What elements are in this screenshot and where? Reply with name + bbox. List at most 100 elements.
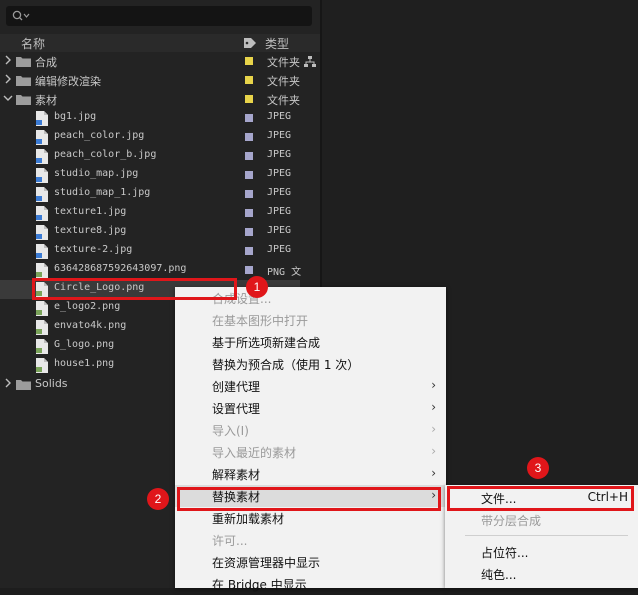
label-color-swatch[interactable] xyxy=(245,95,253,103)
chevron-right-icon[interactable] xyxy=(3,378,13,388)
image-file-icon xyxy=(36,244,48,259)
submenu-item-layered-comp[interactable]: 带分层合成 xyxy=(445,509,638,531)
chevron-right-icon[interactable] xyxy=(3,55,13,65)
menu-item-label: 在 Bridge 中显示 xyxy=(212,578,307,592)
folder-icon xyxy=(16,95,31,105)
label-color-swatch[interactable] xyxy=(245,190,253,198)
menu-item[interactable]: 解释素材 › xyxy=(175,463,446,485)
chevron-right-icon: › xyxy=(431,422,436,436)
item-label: texture8.jpg xyxy=(54,225,127,236)
label-color-swatch[interactable] xyxy=(245,171,253,179)
item-type: 文件夹 xyxy=(267,75,300,88)
menu-item-label: 基于所选项新建合成 xyxy=(212,336,321,350)
callout-box-2 xyxy=(177,487,441,511)
chevron-right-icon: › xyxy=(431,400,436,414)
context-menu: 合成设置... 在基本图形中打开 基于所选项新建合成 替换为预合成（使用 1 次） 创建… xyxy=(175,287,446,592)
png-file-icon xyxy=(36,320,48,335)
menu-item-label: 导入最近的素材 xyxy=(212,446,297,460)
menu-separator xyxy=(465,535,628,536)
submenu-item-placeholder[interactable]: 占位符... xyxy=(445,541,638,563)
step-badge-3: 3 xyxy=(527,457,549,479)
folder-row[interactable]: 编辑修改渲染 文件夹 xyxy=(0,71,300,90)
menu-item[interactable]: 许可... xyxy=(175,529,446,551)
image-file-icon xyxy=(36,187,48,202)
label-color-swatch[interactable] xyxy=(245,152,253,160)
label-tag-icon[interactable] xyxy=(243,37,257,49)
callout-box-1 xyxy=(32,278,237,300)
png-file-icon xyxy=(36,263,48,278)
folder-icon xyxy=(16,380,31,390)
image-file-icon xyxy=(36,111,48,126)
step-badge-2: 2 xyxy=(147,488,169,510)
item-type: JPEG xyxy=(267,244,292,255)
menu-item[interactable]: 导入(I) › xyxy=(175,419,446,441)
item-label: peach_color.jpg xyxy=(54,130,145,141)
chevron-right-icon: › xyxy=(431,444,436,458)
search-icon xyxy=(12,10,30,21)
label-color-swatch[interactable] xyxy=(245,57,253,65)
file-row[interactable]: peach_color.jpg JPEG xyxy=(0,128,300,147)
label-color-swatch[interactable] xyxy=(245,247,253,255)
image-file-icon xyxy=(36,225,48,240)
submenu-item-solid[interactable]: 纯色... xyxy=(445,563,638,585)
menu-item[interactable]: 设置代理 › xyxy=(175,397,446,419)
folder-icon xyxy=(16,76,31,86)
image-file-icon xyxy=(36,168,48,183)
item-type: JPEG xyxy=(267,187,292,198)
flowchart-icon[interactable] xyxy=(303,55,317,69)
file-row[interactable]: texture1.jpg JPEG xyxy=(0,204,300,223)
png-file-icon xyxy=(36,301,48,316)
file-row[interactable]: texture8.jpg JPEG xyxy=(0,223,300,242)
image-file-icon xyxy=(36,206,48,221)
chevron-right-icon[interactable] xyxy=(3,74,13,84)
chevron-down-icon[interactable] xyxy=(3,93,13,103)
file-row[interactable]: studio_map.jpg JPEG xyxy=(0,166,300,185)
search-input[interactable] xyxy=(6,6,312,26)
folder-row[interactable]: 合成 文件夹 xyxy=(0,52,300,71)
item-type: 文件夹 xyxy=(267,56,300,69)
menu-item-label: 解释素材 xyxy=(212,468,261,482)
file-row[interactable]: bg1.jpg JPEG xyxy=(0,109,300,128)
item-type: JPEG xyxy=(267,168,292,179)
item-label: envato4k.png xyxy=(54,320,127,331)
column-header: 名称 类型 xyxy=(0,34,320,52)
menu-item[interactable]: 在基本图形中打开 xyxy=(175,309,446,331)
label-color-swatch[interactable] xyxy=(245,209,253,217)
item-type: 文件夹 xyxy=(267,94,300,107)
item-label: texture-2.jpg xyxy=(54,244,133,255)
item-label: 636428687592643097.png xyxy=(54,263,187,274)
item-type: JPEG xyxy=(267,206,292,217)
item-label: G_logo.png xyxy=(54,339,115,350)
menu-item-label: 在资源管理器中显示 xyxy=(212,556,321,570)
menu-item[interactable]: 替换为预合成（使用 1 次） xyxy=(175,353,446,375)
file-row[interactable]: texture-2.jpg JPEG xyxy=(0,242,300,261)
callout-box-3 xyxy=(447,486,634,511)
file-row[interactable]: studio_map_1.jpg JPEG xyxy=(0,185,300,204)
item-label: texture1.jpg xyxy=(54,206,127,217)
menu-item[interactable]: 基于所选项新建合成 xyxy=(175,331,446,353)
menu-item[interactable]: 创建代理 › xyxy=(175,375,446,397)
label-color-swatch[interactable] xyxy=(245,114,253,122)
file-row[interactable]: peach_color_b.jpg JPEG xyxy=(0,147,300,166)
menu-item[interactable]: 导入最近的素材 › xyxy=(175,441,446,463)
column-type[interactable]: 类型 xyxy=(265,35,289,52)
label-color-swatch[interactable] xyxy=(245,228,253,236)
item-type: JPEG xyxy=(267,111,292,122)
item-label: peach_color_b.jpg xyxy=(54,149,157,160)
item-label: 编辑修改渲染 xyxy=(35,75,101,88)
item-label: studio_map_1.jpg xyxy=(54,187,151,198)
column-name[interactable]: 名称 xyxy=(21,35,45,52)
menu-item-label: 设置代理 xyxy=(212,402,261,416)
label-color-swatch[interactable] xyxy=(245,76,253,84)
label-color-swatch[interactable] xyxy=(245,133,253,141)
folder-row[interactable]: 素材 文件夹 xyxy=(0,90,300,109)
item-type: JPEG xyxy=(267,149,292,160)
menu-item[interactable]: 在资源管理器中显示 xyxy=(175,551,446,573)
step-badge-1: 1 xyxy=(246,276,268,298)
menu-item-label: 替换为预合成（使用 1 次） xyxy=(212,358,360,372)
png-file-icon xyxy=(36,358,48,373)
menu-item-label: 在基本图形中打开 xyxy=(212,314,309,328)
menu-item-label: 创建代理 xyxy=(212,380,261,394)
menu-item[interactable]: 在 Bridge 中显示 xyxy=(175,573,446,595)
label-color-swatch[interactable] xyxy=(245,266,253,274)
